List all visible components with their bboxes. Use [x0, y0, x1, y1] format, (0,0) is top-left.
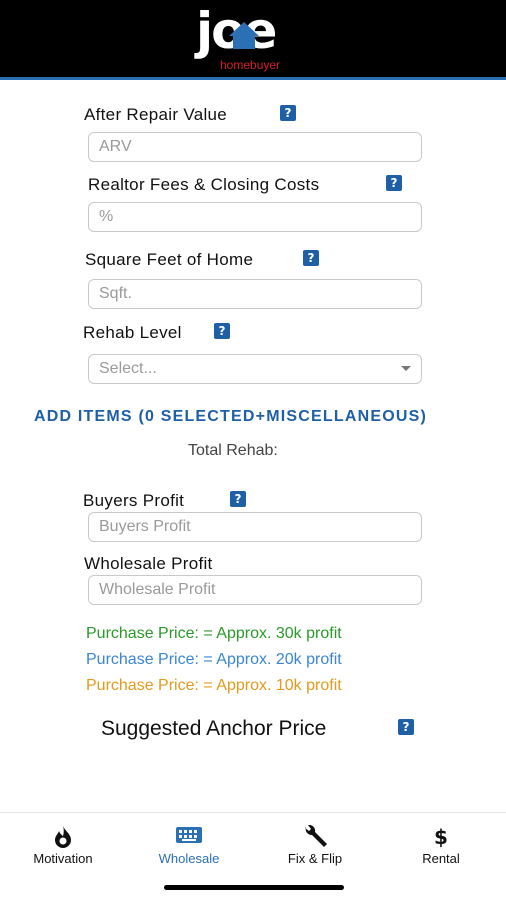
arv-input[interactable]: ARV: [88, 132, 422, 162]
app-header: joe homebuyer: [0, 0, 506, 80]
buyers-profit-help-icon[interactable]: ?: [230, 491, 246, 507]
suggested-anchor-price-label: Suggested Anchor Price: [101, 717, 327, 740]
dollar-icon: $: [434, 825, 448, 849]
tab-label-rental: Rental: [422, 851, 460, 866]
buyers-profit-label: Buyers Profit: [83, 491, 185, 510]
sqft-help-icon[interactable]: ?: [303, 250, 319, 266]
home-indicator: [164, 885, 344, 890]
arv-help-icon[interactable]: ?: [280, 105, 296, 121]
rehab-help-icon[interactable]: ?: [214, 323, 230, 339]
tab-rental[interactable]: $ Rental: [378, 813, 504, 873]
chevron-down-icon: [401, 366, 411, 371]
joe-homebuyer-logo: joe homebuyer: [196, 2, 316, 74]
tab-label-wholesale: Wholesale: [158, 851, 220, 866]
total-rehab-label: Total Rehab:: [188, 442, 278, 459]
tab-wholesale[interactable]: Wholesale: [126, 813, 252, 873]
fees-help-icon[interactable]: ?: [386, 175, 402, 191]
rehab-level-select[interactable]: Select...: [88, 354, 422, 384]
rehab-label: Rehab Level: [83, 323, 182, 342]
purchase-price-20k: Purchase Price: = Approx. 20k profit: [86, 651, 342, 668]
sqft-label: Square Feet of Home: [85, 250, 254, 269]
tab-label-fix-flip: Fix & Flip: [287, 851, 343, 866]
wrench-icon: [252, 824, 378, 849]
sqft-input[interactable]: Sqft.: [88, 279, 422, 309]
wholesale-profit-input[interactable]: Wholesale Profit: [88, 575, 422, 605]
house-body-icon: [233, 35, 255, 49]
rehab-selected-value: Select...: [99, 360, 157, 377]
wholesale-profit-label: Wholesale Profit: [84, 554, 213, 573]
tab-label-motivation: Motivation: [33, 851, 93, 866]
add-items-link[interactable]: ADD ITEMS (0 SELECTED+MISCELLANEOUS): [34, 408, 427, 426]
tab-motivation[interactable]: Motivation: [0, 813, 126, 873]
tab-fix-flip[interactable]: Fix & Flip: [252, 813, 378, 873]
buyers-profit-input[interactable]: Buyers Profit: [88, 512, 422, 542]
purchase-price-30k: Purchase Price: = Approx. 30k profit: [86, 625, 342, 642]
arv-label: After Repair Value: [84, 105, 228, 124]
purchase-price-10k: Purchase Price: = Approx. 10k profit: [86, 677, 342, 694]
logo-subtitle: homebuyer: [220, 58, 281, 72]
flame-icon: [0, 825, 126, 849]
anchor-help-icon[interactable]: ?: [398, 719, 414, 735]
keyboard-icon: [126, 825, 252, 849]
house-icon: [229, 22, 259, 36]
fees-input[interactable]: %: [88, 202, 422, 232]
fees-label: Realtor Fees & Closing Costs: [88, 175, 320, 194]
